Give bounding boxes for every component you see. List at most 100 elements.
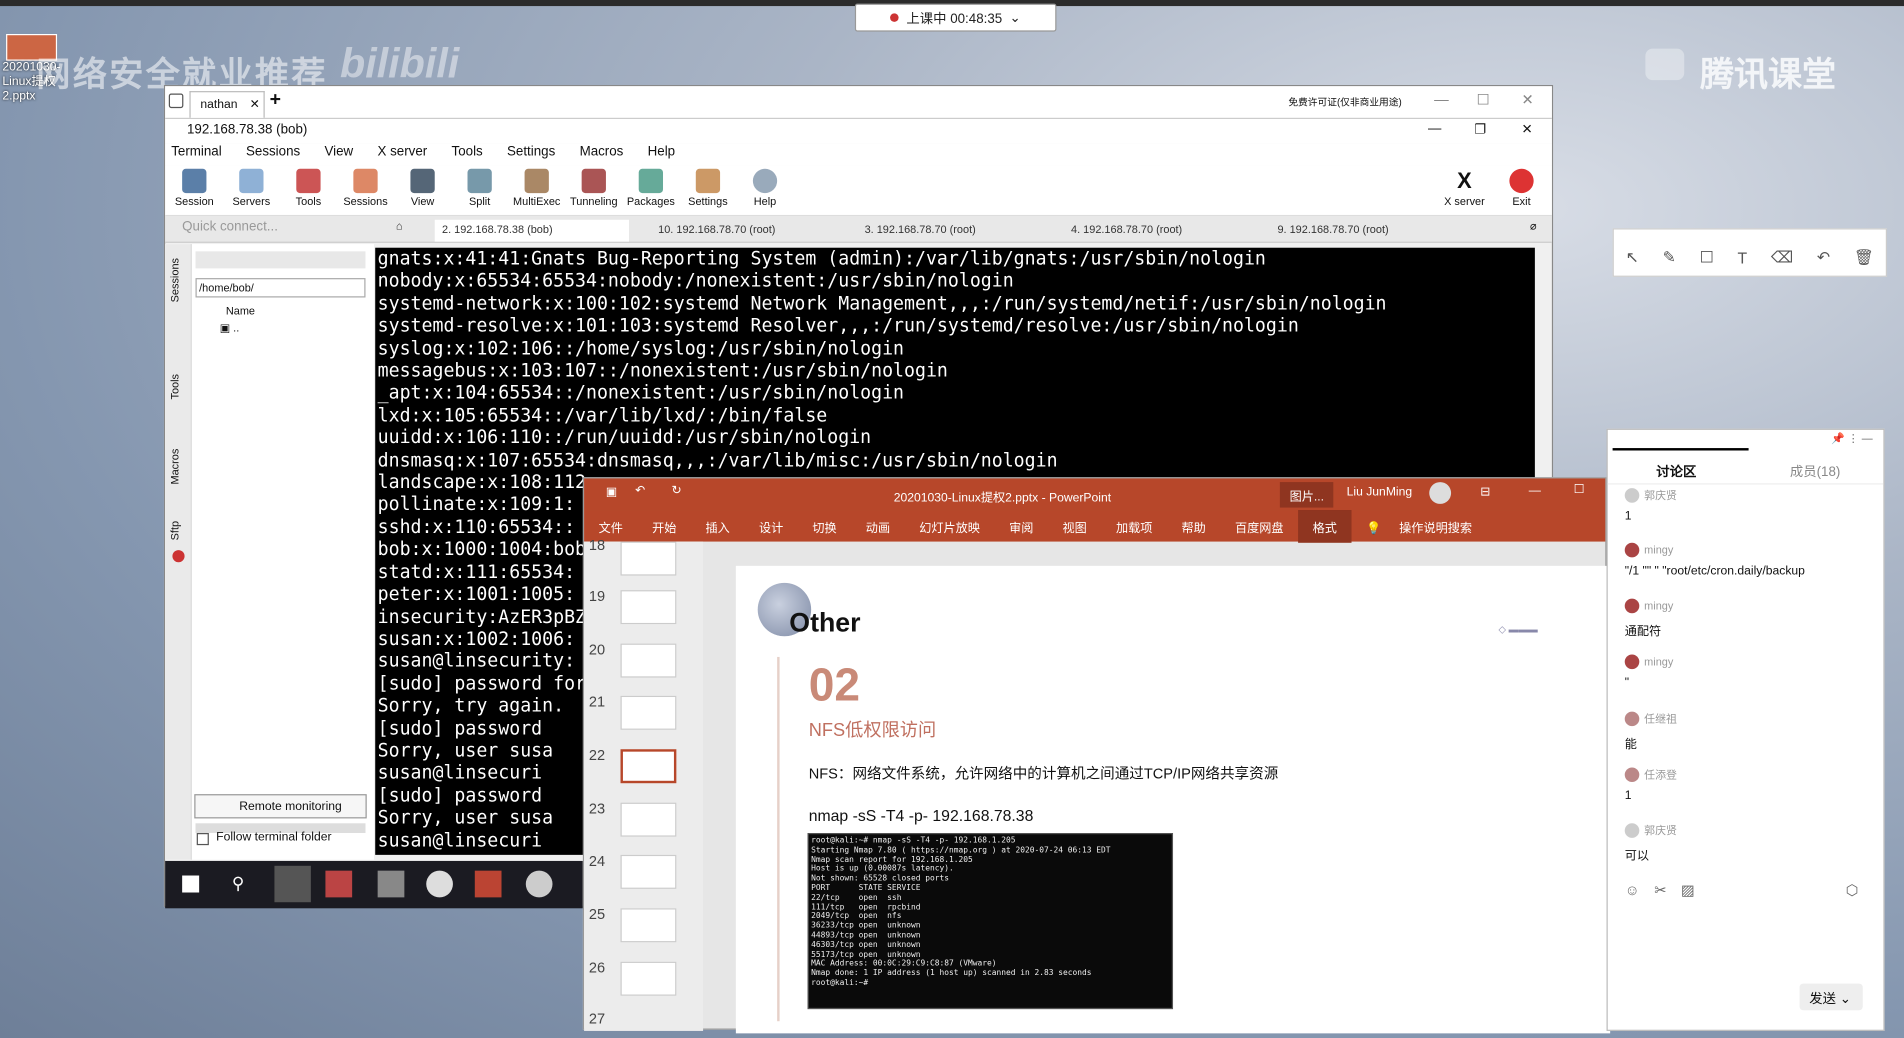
search-icon[interactable]: ⚲ [232,873,244,894]
menu-view[interactable]: View [324,145,353,164]
settings-button[interactable]: Settings [680,165,736,208]
menu-tools[interactable]: Tools [452,145,483,164]
tab-help[interactable]: 帮助 [1167,517,1220,535]
undo-icon[interactable]: ↶ [1817,248,1830,267]
slide-thumbnail[interactable] [620,590,677,625]
undo-icon[interactable]: ↶ [635,485,645,498]
remote-monitoring-button[interactable]: Remote monitoring [194,794,367,819]
menu-help[interactable]: Help [648,145,675,164]
taskbar-app-icon[interactable] [325,870,353,898]
tab-format[interactable]: 格式 [1298,509,1352,543]
slide-thumbnail[interactable] [620,541,677,576]
close-window-icon[interactable]: ✕ [1522,91,1534,108]
picture-tools-label[interactable]: 图片... [1279,482,1334,508]
new-tab-icon[interactable]: + [270,90,281,112]
session-tab-active[interactable]: 2. 192.168.78.38 (bob) [434,219,630,242]
live-status-pill[interactable]: 上课中 00:48:35 ⌄ [854,3,1057,32]
session-tab[interactable]: 4. 192.168.78.70 (root) [1064,220,1190,242]
xserver-button[interactable]: XX server [1437,165,1493,208]
text-icon[interactable]: T [1737,248,1747,266]
menu-terminal[interactable]: Terminal [171,145,221,164]
settings-icon[interactable]: ⬡ [1846,882,1859,899]
close-icon[interactable]: ✕ [1522,121,1533,138]
attach-icon[interactable]: ⌀ [1530,220,1537,233]
tab-review[interactable]: 审阅 [995,517,1048,535]
slide-thumbnail[interactable] [620,908,677,943]
tab-view[interactable]: 视图 [1048,517,1101,535]
menu-sessions[interactable]: Sessions [246,145,300,164]
tab-transitions[interactable]: 切换 [798,517,851,535]
path-input[interactable]: /home/bob/ [195,278,366,298]
tools-button[interactable]: Tools [281,165,337,208]
minimize-icon[interactable]: — [1529,485,1541,498]
slide-thumbnail[interactable] [620,961,677,996]
emoji-icon[interactable]: ☺ [1625,882,1640,899]
record-icon[interactable] [172,550,185,563]
taskbar-app-icon[interactable] [474,870,502,898]
slide-thumbnail[interactable] [620,643,677,678]
slide-thumbnail[interactable] [620,695,677,730]
scissors-icon[interactable]: ✂ [1654,882,1666,899]
taskbar-app-icon[interactable] [274,865,311,903]
taskbar-app-icon[interactable] [426,870,453,898]
pen-icon[interactable]: ✎ [1663,248,1676,267]
slide-thumbnail-selected[interactable] [620,749,677,784]
slide-thumbnail[interactable] [620,802,677,837]
side-tab-tools[interactable]: Tools [169,327,181,400]
tab-file[interactable]: 文件 [584,517,637,535]
tab-nathan[interactable]: nathan ✕ [189,91,265,118]
side-tab-sessions[interactable]: Sessions [169,230,181,302]
help-button[interactable]: Help [737,165,793,208]
eraser-icon[interactable]: ⌫ [1771,248,1793,267]
session-tab[interactable]: 9. 192.168.78.70 (root) [1270,220,1396,242]
tab-members[interactable]: 成员(18) [1790,461,1840,480]
tab-design[interactable]: 设计 [744,517,797,535]
tab-animations[interactable]: 动画 [851,517,904,535]
redo-icon[interactable]: ↻ [672,485,682,498]
ribbon-display-icon[interactable]: ⊟ [1480,486,1490,499]
pointer-icon[interactable]: ↖ [1626,248,1639,267]
minimize-icon[interactable]: — [1434,91,1449,108]
packages-button[interactable]: Packages [623,165,679,208]
tab-slideshow[interactable]: 幻灯片放映 [905,517,995,535]
user-name[interactable]: Liu JunMing [1347,486,1412,499]
tab-home[interactable]: 开始 [638,517,691,535]
follow-checkbox[interactable] [196,833,209,846]
slide-thumbnail[interactable] [620,854,677,889]
save-icon[interactable]: ▣ [606,486,617,499]
sessions-button[interactable]: Sessions [338,165,394,208]
menu-xserver[interactable]: X server [377,145,427,164]
session-tab[interactable]: 3. 192.168.78.70 (root) [857,220,983,242]
multiexec-button[interactable]: MultiExec [509,165,565,208]
maximize-icon[interactable]: ☐ [1477,91,1490,108]
windows-start-icon[interactable] [182,875,200,893]
tree-item-parent[interactable]: ▣ .. [220,322,239,335]
session-button[interactable]: Session [166,165,222,208]
session-tab[interactable]: 10. 192.168.78.70 (root) [651,220,783,242]
exit-button[interactable]: Exit [1494,165,1550,208]
menu-settings[interactable]: Settings [507,145,555,164]
nmap-screenshot[interactable]: root@kali:~# nmap -sS -T4 -p- 192.168.1.… [807,833,1174,1010]
send-button[interactable]: 发送 ⌄ [1799,983,1863,1011]
taskbar-app-icon[interactable] [377,870,405,898]
image-icon[interactable]: ▨ [1681,882,1695,899]
minimize-icon[interactable]: — [1428,121,1441,136]
maximize-icon[interactable]: ☐ [1574,483,1585,496]
tunneling-button[interactable]: Tunneling [566,165,622,208]
tab-discussion[interactable]: 讨论区 [1656,461,1696,480]
tab-addins[interactable]: 加载项 [1101,517,1167,535]
view-button[interactable]: View [395,165,451,208]
side-tab-sftp[interactable]: Sftp [169,468,181,540]
rectangle-icon[interactable]: ☐ [1700,248,1714,267]
tab-baidu[interactable]: 百度网盘 [1220,517,1298,535]
trash-icon[interactable]: 🗑 [1854,248,1874,267]
avatar[interactable] [1429,482,1452,504]
close-icon[interactable]: ✕ [250,98,260,111]
tab-insert[interactable]: 插入 [691,517,744,535]
servers-button[interactable]: Servers [223,165,279,208]
pin-icon[interactable]: 📌 ⋮ — [1831,432,1873,445]
tab-tell-me[interactable]: 💡 操作说明搜索 [1352,517,1502,535]
restore-icon[interactable]: ❐ [1474,121,1486,138]
menu-macros[interactable]: Macros [580,145,624,164]
split-button[interactable]: Split [452,165,508,208]
